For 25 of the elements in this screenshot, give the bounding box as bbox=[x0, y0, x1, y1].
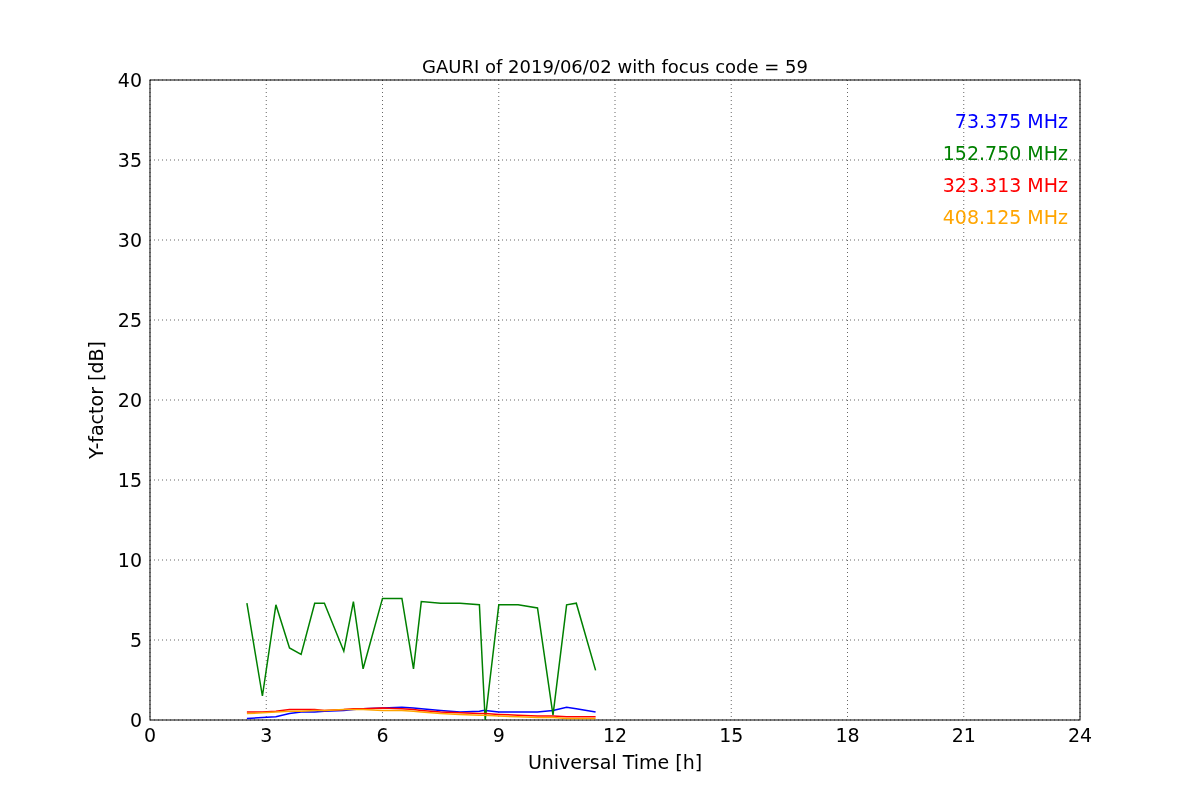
legend-label: 152.750 MHz bbox=[942, 142, 1068, 164]
x-tick-label: 3 bbox=[260, 724, 273, 746]
y-tick-label: 25 bbox=[117, 309, 142, 331]
x-tick-label: 9 bbox=[492, 724, 505, 746]
x-tick-label: 15 bbox=[719, 724, 744, 746]
y-tick-label: 20 bbox=[117, 389, 142, 411]
chart-title: GAURI of 2019/06/02 with focus code = 59 bbox=[422, 56, 808, 77]
y-tick-label: 30 bbox=[117, 229, 142, 251]
x-axis-label: Universal Time [h] bbox=[527, 751, 703, 773]
x-tick-label: 21 bbox=[951, 724, 976, 746]
x-tick-label: 18 bbox=[835, 724, 860, 746]
y-tick-label: 15 bbox=[117, 469, 142, 491]
x-tick-label: 6 bbox=[376, 724, 389, 746]
legend-label: 408.125 MHz bbox=[942, 206, 1068, 228]
y-tick-label: 35 bbox=[117, 149, 142, 171]
y-axis-label: Y-factor [dB] bbox=[85, 341, 107, 459]
x-tick-label: 0 bbox=[143, 724, 157, 746]
legend-label: 323.313 MHz bbox=[942, 174, 1068, 196]
x-tick-label: 24 bbox=[1067, 724, 1093, 746]
y-tick-label: 5 bbox=[129, 629, 142, 651]
y-tick-label: 0 bbox=[129, 709, 142, 731]
y-tick-label: 40 bbox=[117, 69, 142, 91]
legend-label: 73.375 MHz bbox=[954, 110, 1068, 132]
x-tick-label: 12 bbox=[602, 724, 628, 746]
y-tick-label: 10 bbox=[117, 549, 142, 571]
